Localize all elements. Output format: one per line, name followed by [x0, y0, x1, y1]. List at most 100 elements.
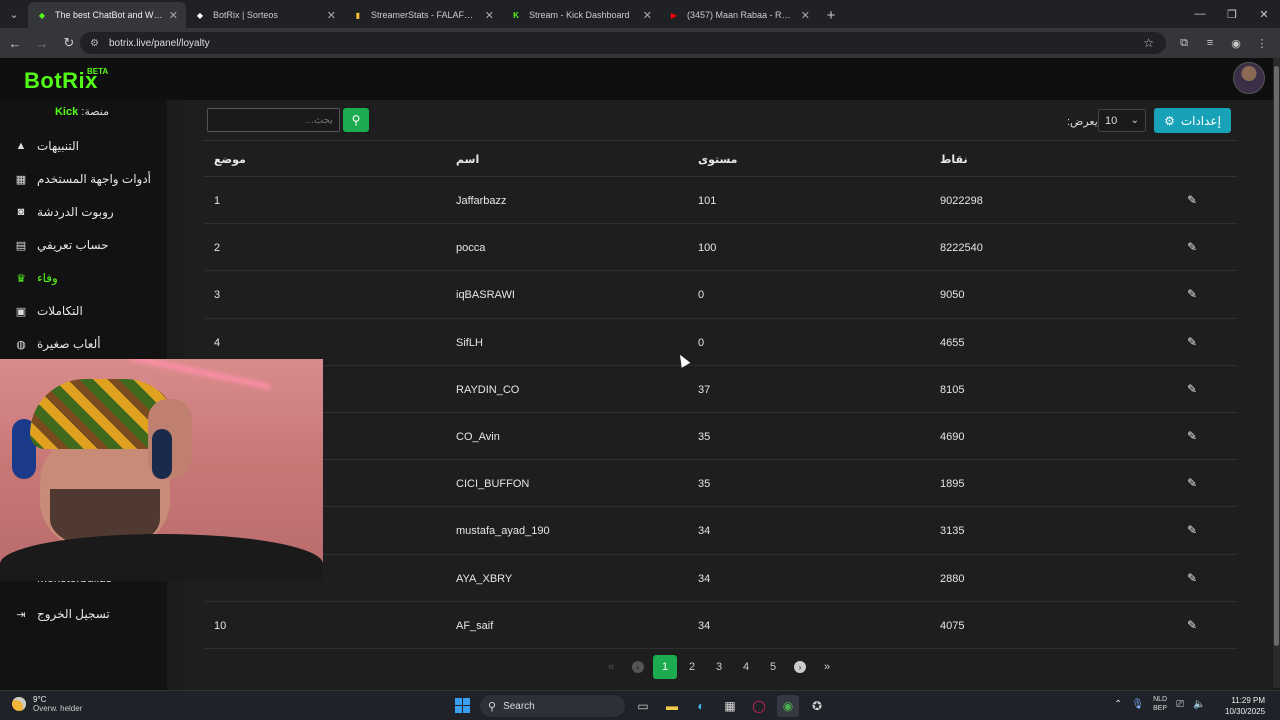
- edit-pencil-icon[interactable]: ✎: [1187, 240, 1197, 254]
- windows-start-icon[interactable]: [455, 698, 470, 713]
- edit-pencil-icon[interactable]: ✎: [1187, 476, 1197, 490]
- first-page-button[interactable]: «: [599, 655, 623, 679]
- header-level[interactable]: مستوى: [698, 153, 737, 166]
- edge-icon[interactable]: ◐: [690, 695, 712, 717]
- browser-tab[interactable]: ▮ StreamerStats - FALAFELCO Pro ✕: [344, 2, 502, 28]
- media-icon[interactable]: ≡: [1200, 32, 1220, 54]
- scrollbar-thumb[interactable]: [1274, 66, 1279, 646]
- browser-tab[interactable]: ▶ (3457) Maan Rabaa - Re7at Alb ✕: [660, 2, 818, 28]
- cell-points: 4655: [940, 336, 965, 349]
- bookmark-star-icon[interactable]: ☆: [1143, 36, 1154, 50]
- edit-pencil-icon[interactable]: ✎: [1187, 571, 1197, 585]
- search-button[interactable]: ⚲: [343, 108, 369, 132]
- next-page-button[interactable]: ›: [788, 655, 812, 679]
- close-tab-icon[interactable]: ✕: [169, 9, 178, 22]
- cell-points: 9050: [940, 289, 965, 302]
- page-button[interactable]: 5: [761, 655, 785, 679]
- tray-chevron-icon[interactable]: ⌃: [1114, 699, 1122, 710]
- app-header: BotRix BETA: [0, 58, 1273, 100]
- prev-page-button[interactable]: ‹: [626, 655, 650, 679]
- last-page-button[interactable]: »: [815, 655, 839, 679]
- site-info-icon[interactable]: ⚙: [90, 38, 99, 49]
- minimize-icon[interactable]: —: [1184, 0, 1216, 28]
- table-row: CICI_BUFFON 35 1895 ✎: [204, 460, 1237, 508]
- language-indicator[interactable]: NLD BEP: [1153, 695, 1167, 713]
- clock-date: 10/30/2025: [1225, 707, 1266, 716]
- cell-rank: 10: [214, 619, 227, 632]
- sidebar-item[interactable]: ▲ التنبيهات: [14, 135, 164, 157]
- sidebar-item[interactable]: ▣ التكاملات: [14, 300, 164, 322]
- browser-tab[interactable]: ◆ The best ChatBot and Widgets ✕: [28, 2, 186, 28]
- reload-icon[interactable]: ↻: [57, 31, 81, 55]
- url-input[interactable]: ⚙ botrix.live/panel/loyalty ☆: [80, 32, 1166, 54]
- settings-button[interactable]: ⚙ إعدادات: [1154, 108, 1231, 133]
- user-avatar[interactable]: [1233, 62, 1265, 94]
- sidebar-item[interactable]: ▤ حساب تعريفي: [14, 234, 164, 256]
- chrome-icon[interactable]: ◉: [777, 695, 799, 717]
- close-tab-icon[interactable]: ✕: [801, 9, 810, 22]
- store-icon[interactable]: ▦: [719, 695, 741, 717]
- page-scrollbar[interactable]: [1273, 58, 1280, 688]
- task-view-icon[interactable]: ▭: [632, 695, 654, 717]
- opera-icon[interactable]: ◯: [748, 695, 770, 717]
- sidebar-item[interactable]: ⇥ تسجيل الخروج: [14, 603, 164, 625]
- cell-name: iqBASRAWI: [456, 289, 515, 302]
- sidebar-item-label: التنبيهات: [37, 139, 79, 153]
- forward-icon[interactable]: →: [30, 31, 54, 55]
- file-explorer-icon[interactable]: ▬: [661, 695, 683, 717]
- cell-points: 3135: [940, 525, 965, 538]
- microphone-icon[interactable]: 🎙: [1131, 699, 1144, 710]
- new-tab-button[interactable]: +: [818, 2, 844, 28]
- edit-pencil-icon[interactable]: ✎: [1187, 523, 1197, 537]
- browser-tab[interactable]: K Stream - Kick Dashboard ✕: [502, 2, 660, 28]
- table-row: mustafa_ayad_190 34 3135 ✎: [204, 507, 1237, 555]
- browser-menu-icon[interactable]: ⋮: [1252, 32, 1272, 54]
- weather-widget[interactable]: 9°C Overw. helder: [12, 695, 82, 713]
- header-points[interactable]: نقاط: [940, 153, 968, 166]
- app-icon[interactable]: ✪: [806, 695, 828, 717]
- restore-icon[interactable]: ❐: [1216, 0, 1248, 28]
- sidebar-item[interactable]: ♛ وفاء: [14, 267, 164, 289]
- sidebar-item-label: ألعاب صغيرة: [37, 337, 101, 351]
- edit-pencil-icon[interactable]: ✎: [1187, 429, 1197, 443]
- header-name[interactable]: اسم: [456, 153, 479, 166]
- sidebar-item[interactable]: ◍ ألعاب صغيرة: [14, 333, 164, 355]
- cell-name: mustafa_ayad_190: [456, 525, 550, 538]
- id-card-icon: ▤: [15, 239, 27, 252]
- page-size-select[interactable]: 10 ⌄: [1098, 109, 1146, 132]
- network-icon[interactable]: ⎚: [1176, 699, 1184, 710]
- webcam-overlay: [0, 359, 323, 581]
- page-button[interactable]: 2: [680, 655, 704, 679]
- edit-pencil-icon[interactable]: ✎: [1187, 618, 1197, 632]
- close-tab-icon[interactable]: ✕: [643, 9, 652, 22]
- edit-pencil-icon[interactable]: ✎: [1187, 382, 1197, 396]
- sidebar-item-label: حساب تعريفي: [37, 238, 109, 252]
- page-button[interactable]: 3: [707, 655, 731, 679]
- system-clock[interactable]: 11:29 PM 10/30/2025: [1225, 695, 1265, 717]
- tab-search-icon[interactable]: ⌄: [0, 0, 28, 28]
- page-button[interactable]: 4: [734, 655, 758, 679]
- search-input[interactable]: [207, 108, 340, 132]
- extensions-icon[interactable]: ⧉: [1174, 32, 1194, 54]
- edit-pencil-icon[interactable]: ✎: [1187, 193, 1197, 207]
- edit-pencil-icon[interactable]: ✎: [1187, 287, 1197, 301]
- close-window-icon[interactable]: ✕: [1248, 0, 1280, 28]
- cell-points: 8222540: [940, 242, 983, 255]
- cell-points: 2880: [940, 572, 965, 585]
- cell-points: 8105: [940, 383, 965, 396]
- header-rank[interactable]: موضع: [214, 153, 246, 166]
- search-icon: ⚲: [351, 113, 361, 127]
- volume-icon[interactable]: 🔈: [1193, 699, 1205, 710]
- taskbar-search[interactable]: ⚲ Search: [480, 695, 625, 717]
- loyalty-table: موضع اسم مستوى نقاط 1 Jaffarbazz 101 902229…: [204, 140, 1237, 649]
- close-tab-icon[interactable]: ✕: [485, 9, 494, 22]
- profile-icon[interactable]: ◉: [1226, 32, 1246, 54]
- sidebar-item[interactable]: ◙ روبوت الدردشة: [14, 201, 164, 223]
- back-icon[interactable]: ←: [3, 31, 27, 55]
- sidebar-item[interactable]: ▦ أدوات واجهة المستخدم: [14, 168, 164, 190]
- edit-pencil-icon[interactable]: ✎: [1187, 335, 1197, 349]
- page-button[interactable]: 1: [653, 655, 677, 679]
- cell-level: 35: [698, 478, 711, 491]
- close-tab-icon[interactable]: ✕: [327, 9, 336, 22]
- browser-tab[interactable]: ◆ BotRix | Sorteos ✕: [186, 2, 344, 28]
